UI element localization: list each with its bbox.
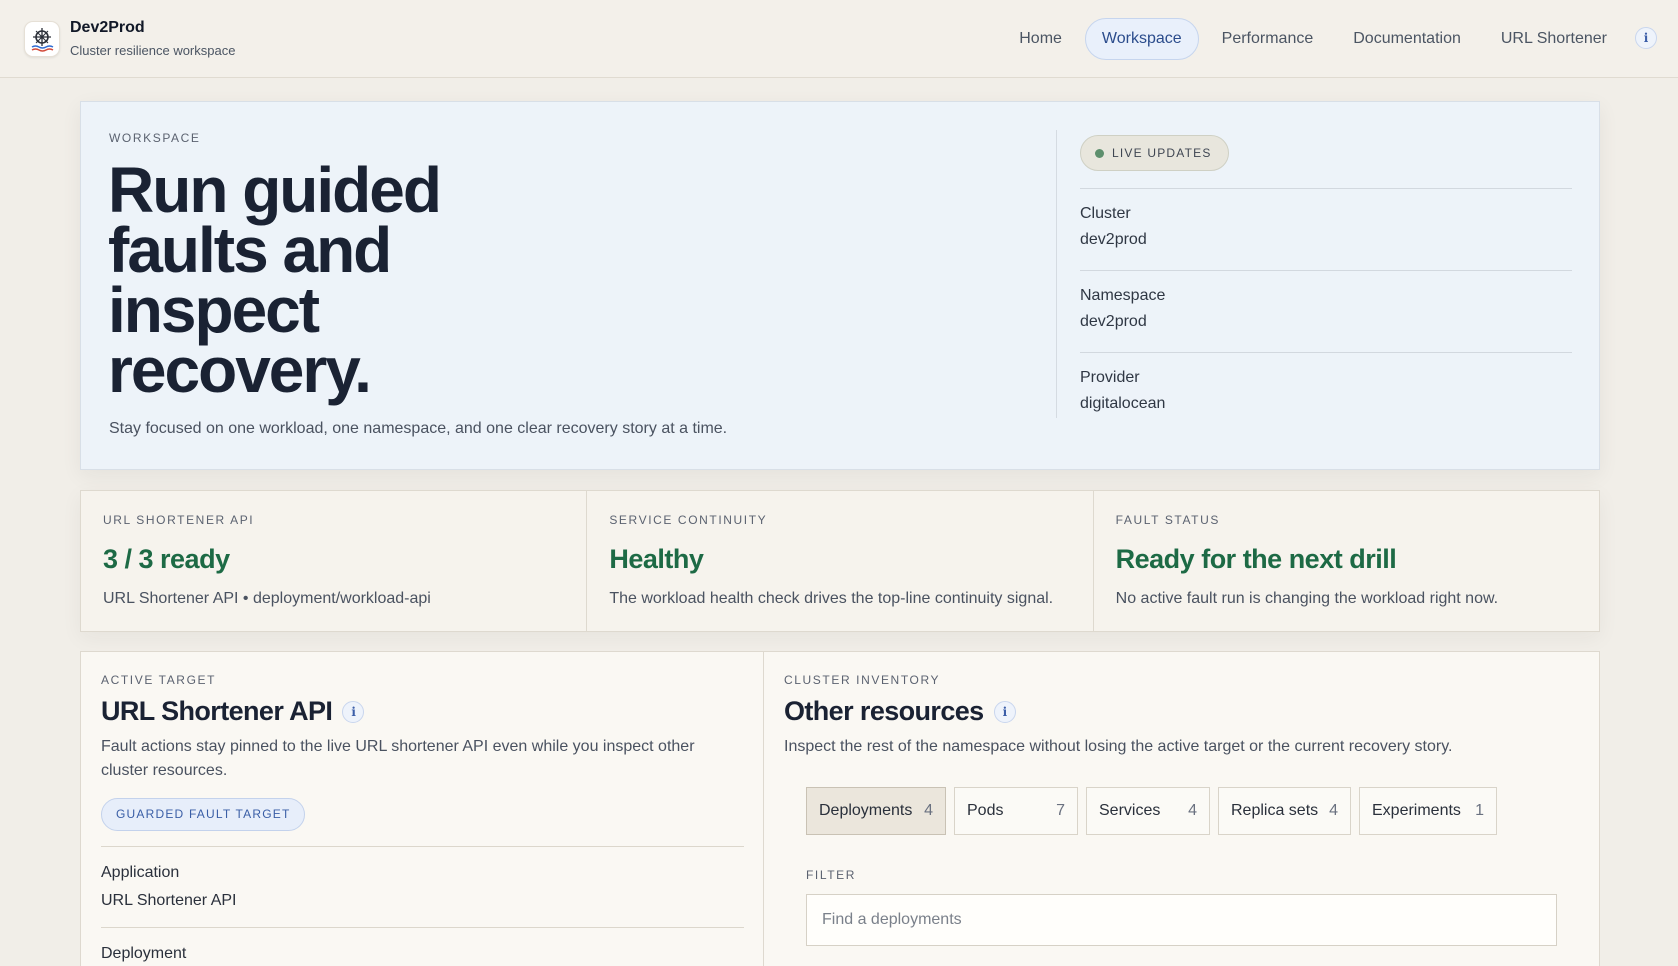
tab-label: Pods	[967, 802, 1004, 819]
tab-label: Experiments	[1372, 802, 1461, 819]
panel-title: Other resources i	[784, 696, 1016, 727]
tab-count: 4	[1329, 802, 1338, 819]
status-summary: URL SHORTENER API 3 / 3 ready URL Shorte…	[80, 490, 1600, 632]
nav-url-shortener[interactable]: URL Shortener	[1484, 18, 1624, 60]
hero-eyebrow: WORKSPACE	[109, 131, 201, 145]
nav-performance[interactable]: Performance	[1205, 18, 1331, 60]
hero-description: Stay focused on one workload, one namesp…	[109, 420, 728, 437]
active-target-description: Fault actions stay pinned to the live UR…	[101, 738, 695, 779]
brand-subtitle: Cluster resilience workspace	[70, 43, 236, 58]
cluster-meta-list: Cluster dev2prod Namespace dev2prod Prov…	[1080, 188, 1572, 434]
status-description: No active fault run is changing the work…	[1115, 590, 1499, 607]
inventory-description: Inspect the rest of the namespace withou…	[784, 738, 1453, 755]
meta-value: dev2prod	[1080, 231, 1147, 248]
active-target-title: URL Shortener API	[101, 696, 333, 726]
inventory-title: Other resources	[784, 696, 984, 726]
info-icon[interactable]: i	[993, 700, 1016, 723]
resource-tabs: Deployments 4 Pods 7 Services 4 Replica …	[806, 787, 1497, 835]
panel-title: URL Shortener API i	[101, 696, 365, 727]
detail-application: Application URL Shortener API	[101, 846, 744, 927]
live-updates-label: LIVE UPDATES	[1112, 146, 1212, 160]
detail-deployment: Deployment	[101, 927, 744, 966]
brand-name[interactable]: Dev2Prod	[70, 19, 145, 37]
status-headline: Healthy	[609, 544, 704, 574]
status-headline: Ready for the next drill	[1115, 544, 1397, 574]
info-icon[interactable]: i	[342, 700, 365, 723]
filter-label: FILTER	[806, 868, 857, 882]
filter-input[interactable]	[806, 894, 1557, 946]
top-bar: Dev2Prod Cluster resilience workspace Ho…	[0, 0, 1678, 78]
detail-label: Deployment	[101, 945, 187, 962]
active-target-panel: ACTIVE TARGET URL Shortener API i Fault …	[81, 652, 764, 966]
cluster-inventory-panel: CLUSTER INVENTORY Other resources i Insp…	[764, 652, 1599, 966]
detail-label: Application	[101, 864, 180, 881]
tab-label: Deployments	[819, 802, 913, 819]
tab-replica-sets[interactable]: Replica sets 4	[1218, 787, 1351, 835]
target-details: Application URL Shortener API Deployment	[101, 846, 744, 966]
live-status-dot-icon	[1095, 148, 1104, 158]
nav-home[interactable]: Home	[1002, 18, 1079, 60]
meta-cluster: Cluster dev2prod	[1080, 188, 1572, 270]
hero-divider	[1056, 130, 1057, 418]
workspace-hero: WORKSPACE Run guided faults and inspect …	[80, 101, 1600, 470]
nav-workspace[interactable]: Workspace	[1084, 18, 1199, 60]
status-card-continuity: SERVICE CONTINUITY Healthy The workload …	[587, 491, 1094, 631]
status-description: URL Shortener API • deployment/workload-…	[103, 590, 431, 607]
tab-experiments[interactable]: Experiments 1	[1359, 787, 1497, 835]
status-eyebrow: URL SHORTENER API	[103, 513, 255, 527]
panel-eyebrow: ACTIVE TARGET	[101, 673, 217, 687]
status-description: The workload health check drives the top…	[609, 590, 1054, 607]
detail-value: URL Shortener API	[101, 892, 237, 909]
status-card-api: URL SHORTENER API 3 / 3 ready URL Shorte…	[81, 491, 588, 631]
status-eyebrow: SERVICE CONTINUITY	[609, 513, 768, 527]
guarded-target-badge: GUARDED FAULT TARGET	[101, 798, 306, 831]
hero-title: Run guided faults and inspect recovery.	[108, 154, 442, 406]
tab-count: 4	[1188, 802, 1197, 819]
tab-label: Services	[1099, 802, 1161, 819]
meta-value: digitalocean	[1080, 395, 1166, 412]
tab-count: 4	[924, 802, 933, 819]
tab-deployments[interactable]: Deployments 4	[806, 787, 946, 835]
ship-wheel-icon[interactable]	[24, 21, 60, 57]
tab-label: Replica sets	[1231, 802, 1319, 819]
tab-count: 1	[1475, 802, 1484, 819]
nav-documentation[interactable]: Documentation	[1336, 18, 1478, 60]
tab-services[interactable]: Services 4	[1086, 787, 1210, 835]
info-icon[interactable]: i	[1635, 27, 1657, 49]
main-nav: Home Workspace Performance Documentation…	[1002, 18, 1624, 60]
status-card-fault: FAULT STATUS Ready for the next drill No…	[1094, 491, 1599, 631]
meta-value: dev2prod	[1080, 313, 1147, 330]
status-headline: 3 / 3 ready	[103, 544, 230, 574]
status-eyebrow: FAULT STATUS	[1115, 513, 1220, 527]
meta-label: Provider	[1080, 369, 1140, 386]
live-updates-badge: LIVE UPDATES	[1080, 135, 1229, 171]
workspace-panels: ACTIVE TARGET URL Shortener API i Fault …	[80, 651, 1600, 966]
meta-provider: Provider digitalocean	[1080, 352, 1572, 434]
meta-label: Namespace	[1080, 287, 1166, 304]
panel-eyebrow: CLUSTER INVENTORY	[784, 673, 941, 687]
meta-label: Cluster	[1080, 205, 1131, 222]
meta-namespace: Namespace dev2prod	[1080, 270, 1572, 352]
tab-pods[interactable]: Pods 7	[954, 787, 1078, 835]
tab-count: 7	[1056, 802, 1065, 819]
